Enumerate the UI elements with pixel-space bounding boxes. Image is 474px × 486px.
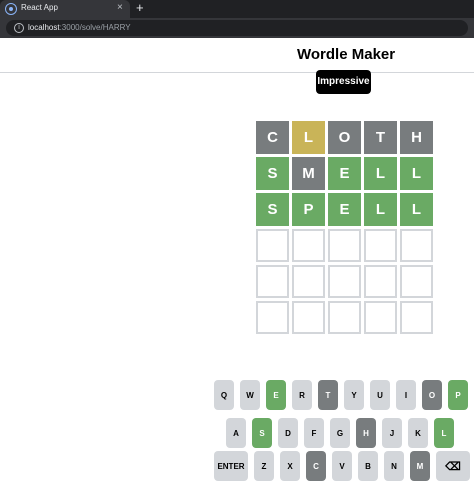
key-n[interactable]: N xyxy=(384,451,404,481)
key-x[interactable]: X xyxy=(280,451,300,481)
toast-message: Impressive xyxy=(316,70,371,94)
board-tile: L xyxy=(364,157,397,190)
board-tile xyxy=(364,301,397,334)
page-title: Wordle Maker xyxy=(297,46,396,63)
key-k[interactable]: K xyxy=(408,418,428,448)
tab-title: React App xyxy=(21,3,58,12)
board-tile: C xyxy=(256,121,289,154)
tab-close-icon[interactable]: × xyxy=(117,2,123,13)
board-tile: L xyxy=(292,121,325,154)
key-w[interactable]: W xyxy=(240,380,260,410)
key-g[interactable]: G xyxy=(330,418,350,448)
board-tile: M xyxy=(292,157,325,190)
board-tile xyxy=(256,229,289,262)
key-u[interactable]: U xyxy=(370,380,390,410)
board-tile: S xyxy=(256,157,289,190)
app-header: Wordle Maker xyxy=(0,38,474,73)
info-icon[interactable]: i xyxy=(14,23,24,33)
key-h[interactable]: H xyxy=(356,418,376,448)
key-j[interactable]: J xyxy=(382,418,402,448)
key-enter[interactable]: ENTER xyxy=(214,451,248,481)
keyboard-row: ASDFGHJKL xyxy=(226,418,454,448)
key-v[interactable]: V xyxy=(332,451,352,481)
key-c[interactable]: C xyxy=(306,451,326,481)
board-tile xyxy=(400,301,433,334)
board-tile xyxy=(400,265,433,298)
url-host: localhost xyxy=(28,23,60,32)
react-favicon-icon xyxy=(5,3,17,15)
key-d[interactable]: D xyxy=(278,418,298,448)
key-q[interactable]: Q xyxy=(214,380,234,410)
board-tile: T xyxy=(364,121,397,154)
board-tile: S xyxy=(256,193,289,226)
board-tile: P xyxy=(292,193,325,226)
keyboard-row: QWERTYUIOP xyxy=(214,380,468,410)
board-tile xyxy=(292,301,325,334)
url-text: localhost:3000/solve/HARRY xyxy=(28,23,131,32)
board-tile: E xyxy=(328,157,361,190)
board-tile xyxy=(364,229,397,262)
board-tile: O xyxy=(328,121,361,154)
address-bar[interactable]: i localhost:3000/solve/HARRY xyxy=(6,20,468,36)
key-s[interactable]: S xyxy=(252,418,272,448)
url-path: :3000/solve/HARRY xyxy=(59,23,131,32)
browser-tab[interactable]: React App × xyxy=(0,0,130,18)
board-tile: L xyxy=(400,193,433,226)
board-tile xyxy=(292,229,325,262)
new-tab-button[interactable]: + xyxy=(136,0,144,15)
board-tile: L xyxy=(400,157,433,190)
board-tile xyxy=(256,265,289,298)
backspace-key[interactable]: ⌫ xyxy=(436,451,470,481)
board-tile xyxy=(256,301,289,334)
board-tile: H xyxy=(400,121,433,154)
keyboard-row: ENTER Z X C V B N M ⌫ xyxy=(214,451,470,481)
key-m[interactable]: M xyxy=(410,451,430,481)
board-tile: E xyxy=(328,193,361,226)
key-r[interactable]: R xyxy=(292,380,312,410)
key-y[interactable]: Y xyxy=(344,380,364,410)
browser-toolbar: i localhost:3000/solve/HARRY xyxy=(0,18,474,38)
key-i[interactable]: I xyxy=(396,380,416,410)
key-l[interactable]: L xyxy=(434,418,454,448)
game-board: CLOTHSMELLSPELL xyxy=(256,121,433,334)
board-tile xyxy=(364,265,397,298)
key-t[interactable]: T xyxy=(318,380,338,410)
key-b[interactable]: B xyxy=(358,451,378,481)
browser-tabbar: React App × + xyxy=(0,0,474,18)
board-tile xyxy=(328,265,361,298)
key-o[interactable]: O xyxy=(422,380,442,410)
key-z[interactable]: Z xyxy=(254,451,274,481)
key-f[interactable]: F xyxy=(304,418,324,448)
key-a[interactable]: A xyxy=(226,418,246,448)
board-tile xyxy=(328,301,361,334)
board-tile: L xyxy=(364,193,397,226)
key-e[interactable]: E xyxy=(266,380,286,410)
backspace-icon: ⌫ xyxy=(445,460,461,473)
board-tile xyxy=(328,229,361,262)
board-tile xyxy=(400,229,433,262)
board-tile xyxy=(292,265,325,298)
key-p[interactable]: P xyxy=(448,380,468,410)
